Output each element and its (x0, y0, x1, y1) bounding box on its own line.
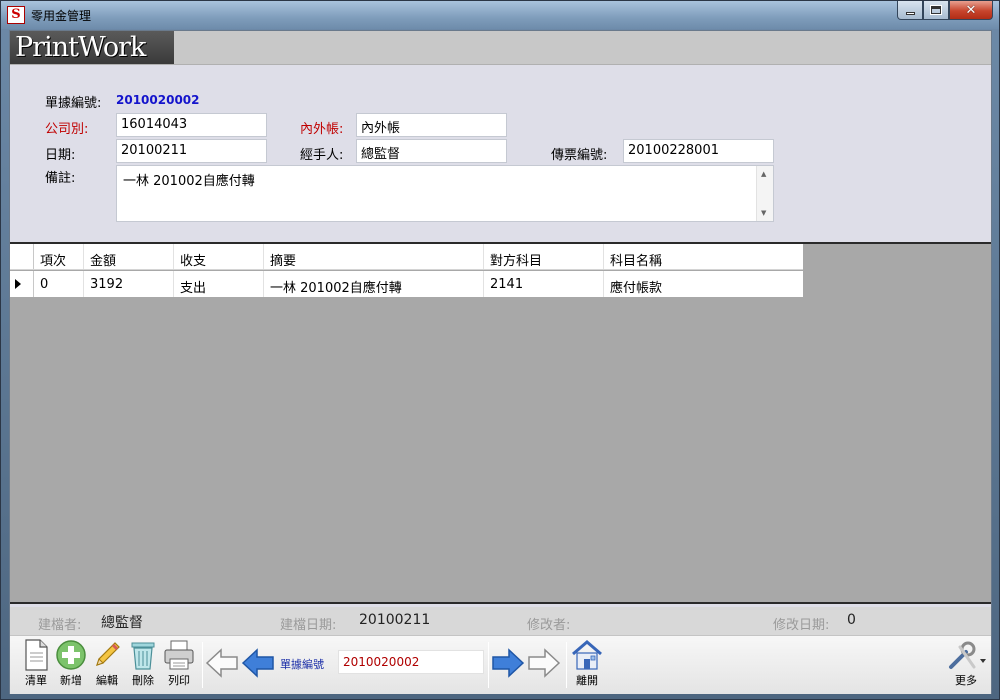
scroll-down-icon[interactable]: ▼ (761, 209, 766, 217)
create-date-label: 建檔日期: (280, 618, 337, 633)
clear-button[interactable]: 清單 (19, 639, 53, 691)
arrow-left-outline-icon (205, 648, 238, 678)
column-header-amount[interactable]: 金額 (84, 244, 174, 269)
client-area: PrintWork 單據編號: 2010020002 公司別: 16014043… (9, 30, 992, 694)
cell-summary[interactable]: 一林 201002自應付轉 (264, 271, 484, 297)
edit-label: 編輯 (96, 674, 118, 687)
pencil-icon (96, 642, 120, 666)
handler-label: 經手人: (300, 148, 344, 163)
app-window: S 零用金管理 ✕ PrintWork 單據編號: 2010020002 公司別… (0, 0, 1000, 700)
delete-label: 刪除 (132, 674, 154, 687)
doc-no-label: 單據編號: (45, 96, 102, 111)
print-button[interactable]: 列印 (162, 639, 196, 691)
note-label: 備註: (45, 171, 76, 186)
minimize-icon (905, 11, 915, 15)
creator-label: 建檔者: (38, 618, 82, 633)
cell-item-no[interactable]: 0 (34, 271, 84, 297)
creator-value: 總監督 (101, 615, 143, 631)
delete-button[interactable]: 刪除 (126, 639, 160, 691)
cell-account[interactable]: 2141 (484, 271, 604, 297)
toolbar-separator (566, 642, 567, 688)
form-area: 單據編號: 2010020002 公司別: 16014043 內外帳: 內外帳 … (10, 66, 991, 242)
bottom-toolbar: 清單 新增 編輯 刪除 列印 單據編號 2010020002 離開 更多 (10, 635, 991, 694)
modifier-label: 修改者: (527, 618, 571, 633)
row-selector[interactable] (10, 271, 34, 297)
arrow-right-blue-icon (492, 648, 525, 678)
grid-corner-cell[interactable] (10, 244, 34, 269)
add-button[interactable]: 新增 (54, 639, 88, 691)
exit-label: 離開 (576, 674, 598, 687)
modify-date-label: 修改日期: (773, 618, 830, 633)
scroll-up-icon[interactable]: ▲ (761, 170, 766, 178)
first-record-button[interactable] (205, 648, 239, 680)
trash-icon (131, 642, 155, 670)
app-logo-icon: S (7, 6, 25, 24)
toolbar-separator (202, 642, 203, 688)
column-header-account-name[interactable]: 科目名稱 (604, 244, 803, 269)
doc-no-value: 2010020002 (116, 93, 200, 107)
company-label: 公司別: (45, 122, 89, 137)
last-record-button[interactable] (527, 648, 561, 680)
inner-outer-label: 內外帳: (300, 122, 344, 137)
document-icon (25, 639, 48, 671)
note-scrollbar[interactable]: ▲ ▼ (756, 166, 773, 221)
minimize-button[interactable] (897, 1, 923, 20)
cell-amount[interactable]: 3192 (84, 271, 174, 297)
row-pointer-icon (15, 279, 21, 289)
exit-button[interactable]: 離開 (570, 639, 604, 691)
table-row[interactable]: 0 3192 支出 一林 201002自應付轉 2141 應付帳款 (10, 271, 803, 297)
title-bar[interactable]: S 零用金管理 ✕ (1, 1, 999, 29)
more-button[interactable]: 更多 (946, 639, 986, 691)
toolbar-separator (488, 642, 489, 688)
plus-circle-icon (56, 640, 86, 670)
window-title: 零用金管理 (31, 9, 92, 23)
close-button[interactable]: ✕ (949, 1, 993, 20)
printwork-logo: PrintWork (10, 31, 174, 64)
inner-outer-field[interactable]: 內外帳 (356, 113, 507, 137)
maximize-icon (930, 5, 942, 15)
create-date-value: 20100211 (359, 612, 431, 628)
note-textarea[interactable]: 一林 201002自應付轉 ▲ ▼ (116, 165, 774, 222)
company-field[interactable]: 16014043 (116, 113, 267, 137)
cell-type[interactable]: 支出 (174, 271, 264, 297)
print-label: 列印 (168, 674, 190, 687)
maximize-button[interactable] (923, 1, 949, 20)
detail-grid: 項次 金額 收支 摘要 對方科目 科目名稱 0 3192 支出 一林 20100… (10, 242, 991, 604)
cell-account-name[interactable]: 應付帳款 (604, 271, 803, 297)
column-header-account[interactable]: 對方科目 (484, 244, 604, 269)
header-strip: PrintWork (10, 31, 991, 65)
house-icon (572, 640, 602, 670)
edit-button[interactable]: 編輯 (90, 639, 124, 691)
nav-doc-no-label: 單據編號 (280, 658, 324, 671)
voucher-field[interactable]: 20100228001 (623, 139, 774, 163)
date-field[interactable]: 20100211 (116, 139, 267, 163)
next-record-button[interactable] (491, 648, 525, 680)
nav-doc-no-field[interactable]: 2010020002 (338, 650, 484, 674)
grid-header-row: 項次 金額 收支 摘要 對方科目 科目名稱 (10, 244, 803, 270)
clear-label: 清單 (25, 674, 47, 687)
add-label: 新增 (60, 674, 82, 687)
more-label: 更多 (955, 674, 977, 687)
note-text: 一林 201002自應付轉 (123, 174, 255, 189)
window-controls: ✕ (897, 1, 993, 21)
printer-icon (164, 640, 194, 670)
tools-icon (949, 641, 986, 669)
modify-date-value: 0 (847, 612, 856, 628)
column-header-summary[interactable]: 摘要 (264, 244, 484, 269)
date-label: 日期: (45, 148, 76, 163)
handler-field[interactable]: 總監督 (356, 139, 507, 163)
column-header-item-no[interactable]: 項次 (34, 244, 84, 269)
voucher-label: 傳票編號: (551, 148, 608, 163)
close-icon: ✕ (965, 2, 977, 18)
arrow-right-outline-icon (528, 648, 561, 678)
arrow-left-blue-icon (241, 648, 274, 678)
column-header-type[interactable]: 收支 (174, 244, 264, 269)
prev-record-button[interactable] (241, 648, 275, 680)
audit-strip: 建檔者: 總監督 建檔日期: 20100211 修改者: 修改日期: 0 (10, 607, 991, 635)
